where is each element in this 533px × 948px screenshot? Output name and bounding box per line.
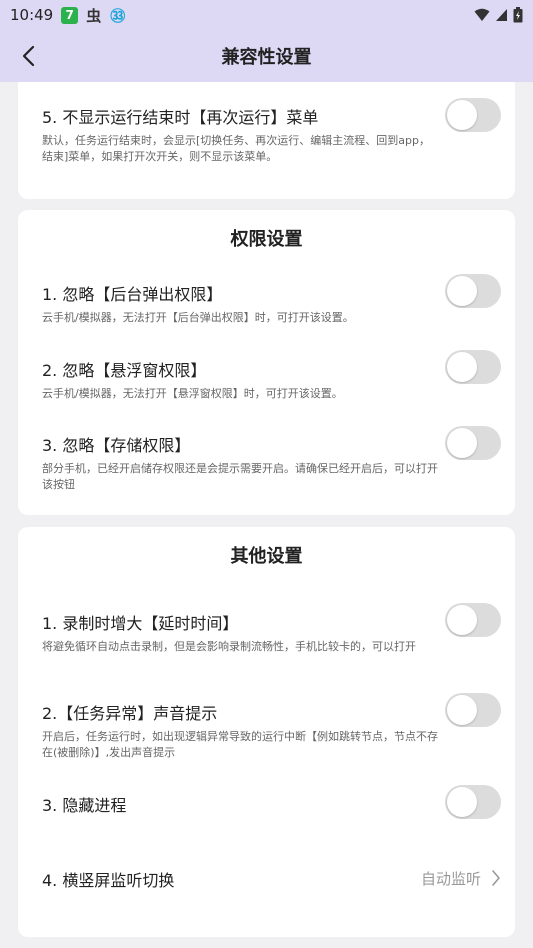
setting-title: 1. 录制时增大【延时时间】 (42, 614, 239, 633)
other-settings-card: 其他设置 1. 录制时增大【延时时间】 将避免循环自动点击录制，但是会影响录制流… (18, 527, 515, 937)
setting-description: 云手机/模拟器，无法打开【悬浮窗权限】时，可打开该设置。 (42, 387, 343, 400)
signal-icon (496, 9, 507, 21)
task-error-sound-toggle[interactable] (445, 693, 501, 727)
hide-rerun-menu-toggle[interactable] (445, 98, 501, 132)
setting-title: 4. 横竖屏监听切换 (42, 871, 175, 890)
setting-description: 将避免循环自动点击录制，但是会影响录制流畅性，手机比较卡的，可以打开 (42, 640, 416, 653)
orientation-listen-row[interactable]: 4. 横竖屏监听切换 自动监听 (18, 852, 515, 892)
toggle-knob (447, 100, 477, 130)
setting-description: 开启后，任务运行时，如出现逻辑异常导致的运行中断【例如跳转节点，节点不存在(被删… (42, 730, 438, 759)
setting-description: 云手机/模拟器，无法打开【后台弹出权限】时，可打开该设置。 (42, 311, 354, 324)
setting-title: 1. 忽略【后台弹出权限】 (42, 285, 223, 304)
card-title: 其他设置 (230, 546, 303, 567)
permission-settings-card: 权限设置 1. 忽略【后台弹出权限】 云手机/模拟器，无法打开【后台弹出权限】时… (18, 210, 515, 515)
bug-icon: 虫 (86, 6, 102, 25)
increase-delay-toggle[interactable] (445, 603, 501, 637)
setting-description: 部分手机，已经开启储存权限还是会提示需要开启。请确保已经开启后，可以打开该按钮 (42, 462, 438, 491)
setting-title: 5. 不显示运行结束时【再次运行】菜单 (42, 108, 319, 127)
wifi-icon (474, 8, 490, 21)
app-header: 兼容性设置 (0, 30, 533, 82)
hide-process-toggle[interactable] (445, 785, 501, 819)
toggle-knob (447, 276, 477, 306)
ignore-background-popup-toggle[interactable] (445, 274, 501, 308)
setting-title: 2.【任务异常】声音提示 (42, 704, 218, 723)
display-settings-card: 5. 不显示运行结束时【再次运行】菜单 默认，任务运行结束时，会显示[切换任务、… (18, 82, 515, 199)
setting-title: 3. 隐藏进程 (42, 796, 127, 815)
page-title: 兼容性设置 (221, 47, 312, 68)
battery-icon (513, 7, 523, 23)
toggle-knob (447, 352, 477, 382)
setting-title: 3. 忽略【存储权限】 (42, 436, 191, 455)
toggle-knob (447, 695, 477, 725)
status-bar: 10:49 7 虫 ㉝ (0, 0, 533, 30)
card-title: 权限设置 (230, 229, 303, 250)
setting-description: 默认，任务运行结束时，会显示[切换任务、再次运行、编辑主流程、回到app，结束]… (42, 134, 430, 163)
toggle-knob (447, 605, 477, 635)
green-7-app-icon: 7 (61, 6, 79, 24)
ignore-floating-window-toggle[interactable] (445, 350, 501, 384)
toggle-knob (447, 428, 477, 458)
toggle-knob (447, 787, 477, 817)
cyan-app-icon: ㉝ (110, 6, 126, 25)
settings-scroll-area[interactable]: 5. 不显示运行结束时【再次运行】菜单 默认，任务运行结束时，会显示[切换任务、… (0, 82, 533, 948)
ignore-storage-permission-toggle[interactable] (445, 426, 501, 460)
chevron-right-icon (492, 870, 500, 886)
back-arrow-icon[interactable] (18, 44, 42, 68)
orientation-mode-value: 自动监听 (420, 870, 481, 888)
status-time: 10:49 (10, 6, 54, 24)
setting-title: 2. 忽略【悬浮窗权限】 (42, 361, 207, 380)
